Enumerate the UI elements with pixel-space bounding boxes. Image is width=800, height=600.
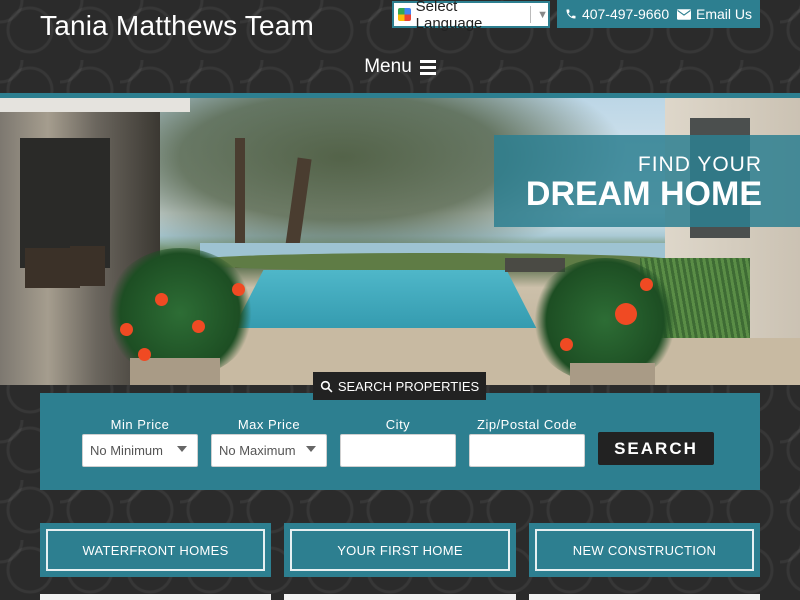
flower: [560, 338, 573, 351]
max-price-label: Max Price: [237, 417, 301, 432]
first-home-button[interactable]: YOUR FIRST HOME: [284, 523, 516, 577]
menu-label: Menu: [364, 56, 412, 77]
hamburger-icon: [419, 59, 436, 75]
next-section-edge: [40, 594, 271, 600]
flower: [120, 323, 133, 336]
search-icon: [320, 380, 333, 392]
zip-label: Zip/Postal Code: [477, 417, 577, 432]
next-section-edge: [529, 594, 760, 600]
min-price-label: Min Price: [110, 417, 170, 432]
envelope-icon: [677, 8, 692, 20]
city-input[interactable]: [340, 434, 456, 467]
next-section-edge: [284, 594, 516, 600]
menu-toggle[interactable]: Menu: [0, 56, 800, 78]
hero-left-roof: [0, 98, 190, 112]
email-label: Email Us: [696, 6, 753, 22]
hero-headline-line1: FIND YOUR: [637, 153, 762, 176]
flower: [232, 283, 245, 296]
max-price-value: No Maximum: [219, 443, 296, 458]
search-panel: Min Price No Minimum Max Price No Maximu…: [40, 393, 760, 490]
google-logo-icon: [398, 8, 411, 21]
first-home-label: YOUR FIRST HOME: [290, 529, 510, 571]
search-button[interactable]: SEARCH: [598, 432, 714, 465]
language-select-label: Select Language: [415, 0, 483, 32]
site-title[interactable]: Tania Matthews Team: [40, 10, 314, 42]
hero-banner: FIND YOUR DREAM HOME: [494, 135, 800, 227]
language-select[interactable]: Select Language ▼: [392, 0, 550, 32]
flower: [138, 348, 151, 361]
chevron-down-icon: [177, 446, 187, 452]
new-construction-label: NEW CONSTRUCTION: [535, 529, 754, 571]
waterfront-homes-label: WATERFRONT HOMES: [46, 529, 265, 571]
waterfront-homes-button[interactable]: WATERFRONT HOMES: [40, 523, 271, 577]
phone-icon: [566, 9, 576, 19]
flower: [192, 320, 205, 333]
contact-bar: 407-497-9660 Email Us: [557, 0, 760, 28]
zip-input[interactable]: [469, 434, 585, 467]
max-price-select[interactable]: No Maximum: [211, 434, 327, 467]
search-properties-tab[interactable]: SEARCH PROPERTIES: [313, 372, 486, 400]
language-select-divider: [530, 6, 532, 23]
min-price-select[interactable]: No Minimum: [82, 434, 198, 467]
hero-lounger: [505, 258, 565, 272]
email-link[interactable]: Email Us: [677, 6, 752, 22]
hero-right-pot: [570, 363, 655, 385]
site-header: Tania Matthews Team Select Language ▼ 40…: [0, 0, 800, 93]
chevron-down-icon: ▼: [537, 8, 548, 21]
hero-headline-line2: DREAM HOME: [525, 175, 762, 213]
phone-number: 407-497-9660: [581, 6, 670, 22]
chevron-down-icon: [306, 446, 316, 452]
phone-link[interactable]: 407-497-9660: [565, 6, 669, 22]
city-label: City: [385, 417, 411, 432]
flower: [615, 303, 637, 325]
min-price-value: No Minimum: [90, 443, 163, 458]
hero-chair: [70, 246, 105, 286]
flower: [155, 293, 168, 306]
new-construction-button[interactable]: NEW CONSTRUCTION: [529, 523, 760, 577]
hero-image: FIND YOUR DREAM HOME: [0, 98, 800, 385]
search-properties-label: SEARCH PROPERTIES: [337, 378, 480, 394]
hero-left-pot: [130, 358, 220, 385]
flower: [640, 278, 653, 291]
